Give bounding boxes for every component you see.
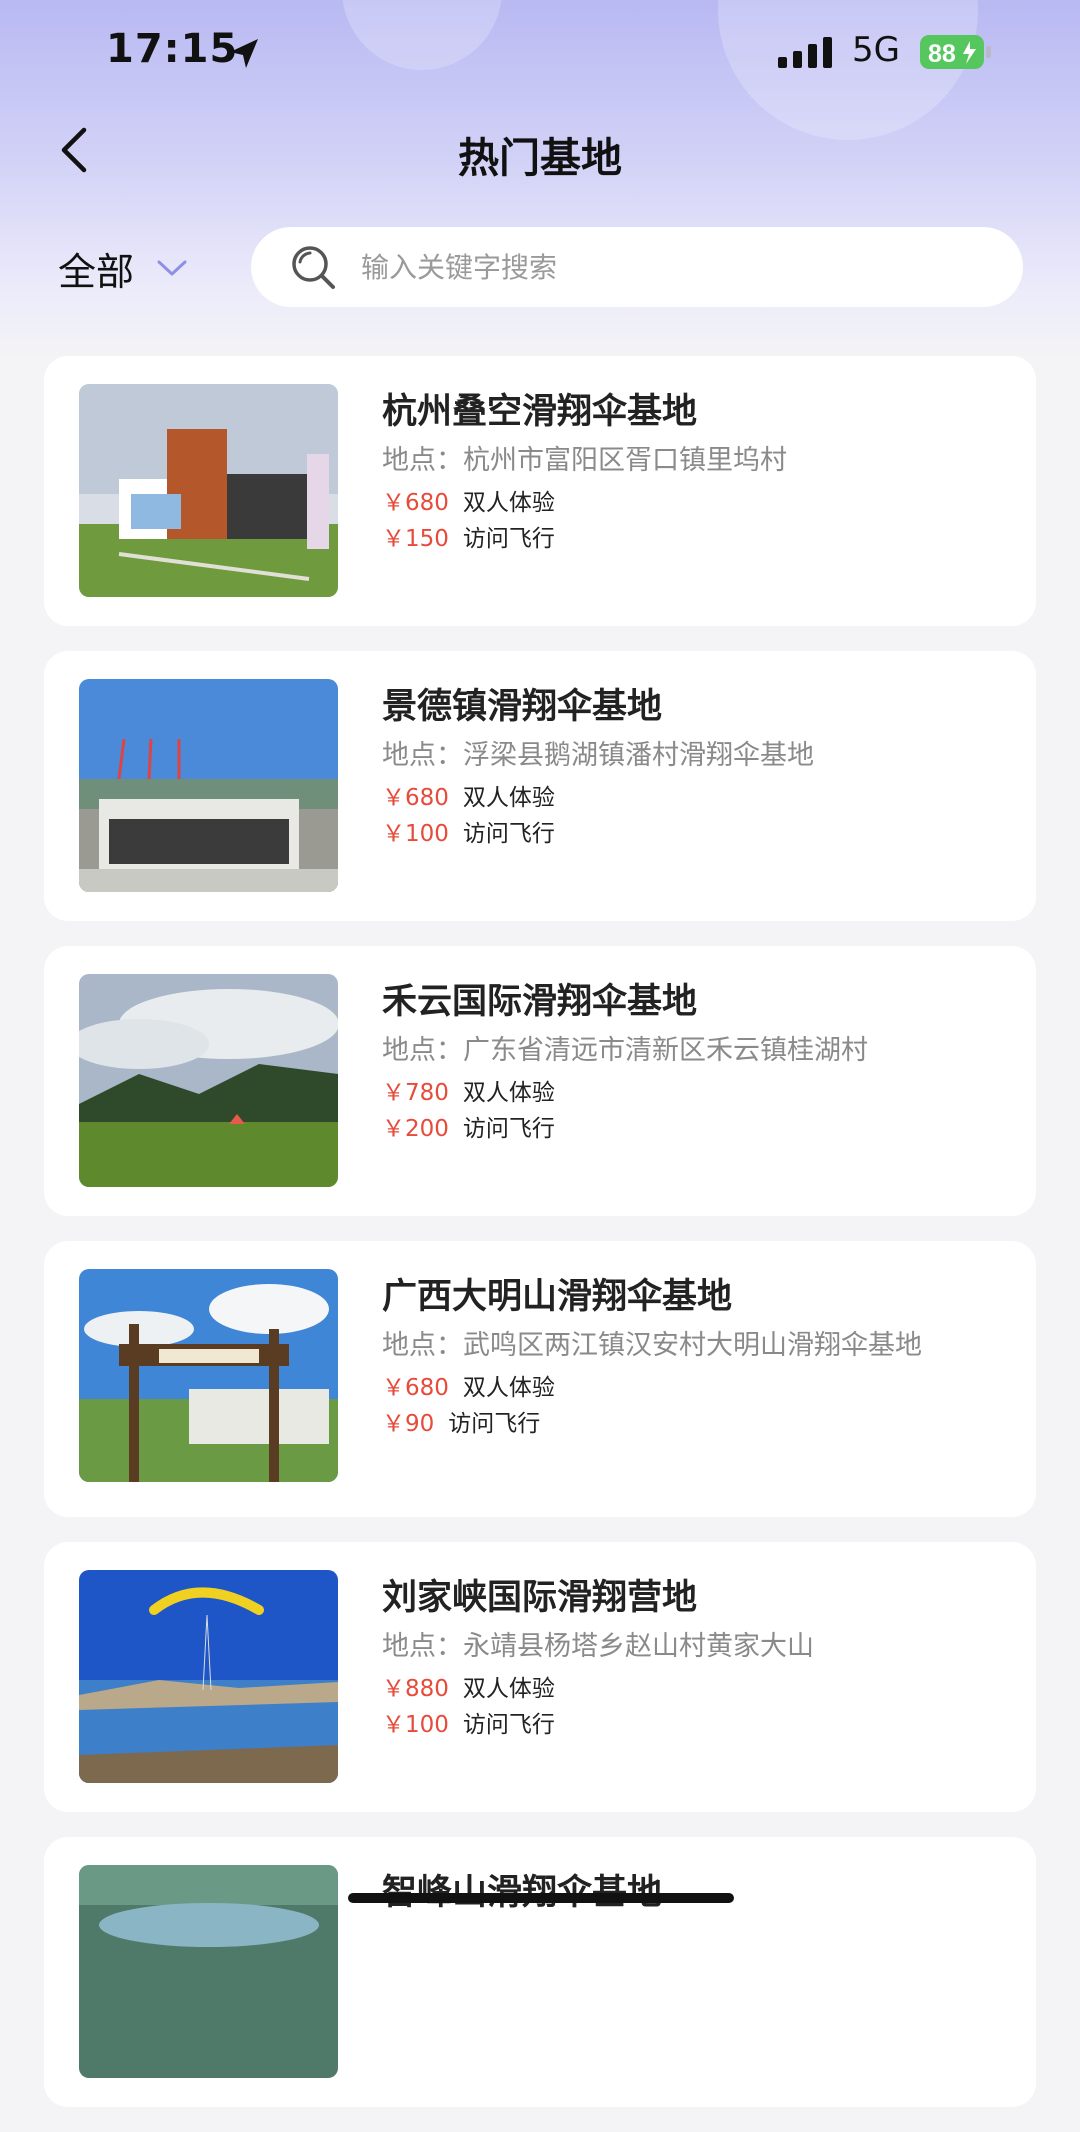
price-row: ￥880 双人体验	[382, 1671, 1012, 1707]
base-card[interactable]: 杭州叠空滑翔伞基地 地点：杭州市富阳区胥口镇里坞村 ￥680 双人体验 ￥150…	[44, 356, 1036, 626]
base-name: 刘家峡国际滑翔营地	[382, 1578, 698, 1618]
price-row: ￥680 双人体验	[382, 485, 1012, 521]
price-row: ￥200 访问飞行	[382, 1111, 1012, 1147]
price-row: ￥100 访问飞行	[382, 1707, 1012, 1743]
price: ￥200	[382, 1116, 449, 1142]
price-row: ￥680 双人体验	[382, 780, 1012, 816]
price-row: ￥780 双人体验	[382, 1075, 1012, 1111]
battery-level: 88	[928, 40, 956, 68]
price-row: ￥680 双人体验	[382, 1370, 1012, 1406]
page-title: 热门基地	[458, 134, 622, 182]
battery-icon: 88	[920, 35, 991, 69]
base-photo	[79, 1570, 338, 1783]
chevron-down-icon	[157, 260, 187, 276]
base-card[interactable]: 广西大明山滑翔伞基地 地点：武鸣区两江镇汉安村大明山滑翔伞基地 ￥680 双人体…	[44, 1241, 1036, 1517]
search-icon	[292, 246, 335, 289]
base-name: 景德镇滑翔伞基地	[382, 687, 663, 727]
base-photo	[79, 974, 338, 1187]
region-filter-dropdown[interactable]: 全部	[58, 240, 188, 296]
base-card[interactable]: 智峰山滑翔伞基地	[44, 1837, 1036, 2107]
price: ￥150	[382, 526, 449, 552]
price-type: 访问飞行	[448, 1411, 541, 1437]
price: ￥100	[382, 821, 449, 847]
base-name: 禾云国际滑翔伞基地	[382, 982, 698, 1022]
price: ￥90	[382, 1411, 435, 1437]
price-type: 双人体验	[462, 1375, 555, 1401]
price: ￥680	[382, 1375, 449, 1401]
base-name: 杭州叠空滑翔伞基地	[382, 392, 698, 432]
price: ￥100	[382, 1712, 449, 1738]
base-photo	[79, 1865, 338, 2078]
base-address: 地点：浮梁县鹅湖镇潘村滑翔伞基地	[382, 740, 814, 771]
price-type: 访问飞行	[462, 1116, 555, 1142]
price-type: 双人体验	[462, 785, 555, 811]
cellular-signal-icon	[778, 37, 832, 68]
base-photo	[79, 1269, 338, 1482]
location-arrow-icon	[230, 39, 258, 68]
price: ￥680	[382, 785, 449, 811]
price-type: 双人体验	[462, 1676, 555, 1702]
base-address: 地点：广东省清远市清新区禾云镇桂湖村	[382, 1035, 868, 1066]
price-type: 双人体验	[462, 1080, 555, 1106]
base-address: 地点：武鸣区两江镇汉安村大明山滑翔伞基地	[382, 1330, 922, 1361]
price-row: ￥100 访问飞行	[382, 816, 1012, 852]
base-name: 广西大明山滑翔伞基地	[382, 1277, 733, 1317]
price-type: 双人体验	[462, 490, 555, 516]
price-row: ￥90 访问飞行	[382, 1406, 1012, 1442]
base-photo	[79, 679, 338, 892]
base-card[interactable]: 刘家峡国际滑翔营地 地点：永靖县杨塔乡赵山村黄家大山 ￥880 双人体验 ￥10…	[44, 1542, 1036, 1812]
base-photo	[79, 384, 338, 597]
price: ￥680	[382, 490, 449, 516]
home-indicator	[348, 1893, 734, 1903]
base-card[interactable]: 景德镇滑翔伞基地 地点：浮梁县鹅湖镇潘村滑翔伞基地 ￥680 双人体验 ￥100…	[44, 651, 1036, 921]
base-card[interactable]: 禾云国际滑翔伞基地 地点：广东省清远市清新区禾云镇桂湖村 ￥780 双人体验 ￥…	[44, 946, 1036, 1216]
price-type: 访问飞行	[462, 526, 555, 552]
status-time: 17:15	[106, 26, 239, 72]
network-type: 5G	[852, 30, 900, 70]
base-address: 地点：杭州市富阳区胥口镇里坞村	[382, 445, 787, 476]
price: ￥780	[382, 1080, 449, 1106]
price: ￥880	[382, 1676, 449, 1702]
price-type: 访问飞行	[462, 821, 555, 847]
search-input[interactable]	[359, 249, 963, 285]
search-bar[interactable]	[251, 227, 1023, 307]
price-type: 访问飞行	[462, 1712, 555, 1738]
filter-label: 全部	[58, 249, 135, 294]
price-row: ￥150 访问飞行	[382, 521, 1012, 557]
base-address: 地点：永靖县杨塔乡赵山村黄家大山	[382, 1631, 814, 1662]
status-bar: 17:15 5G 88	[0, 0, 1080, 106]
base-list: 杭州叠空滑翔伞基地 地点：杭州市富阳区胥口镇里坞村 ￥680 双人体验 ￥150…	[44, 356, 1036, 2132]
